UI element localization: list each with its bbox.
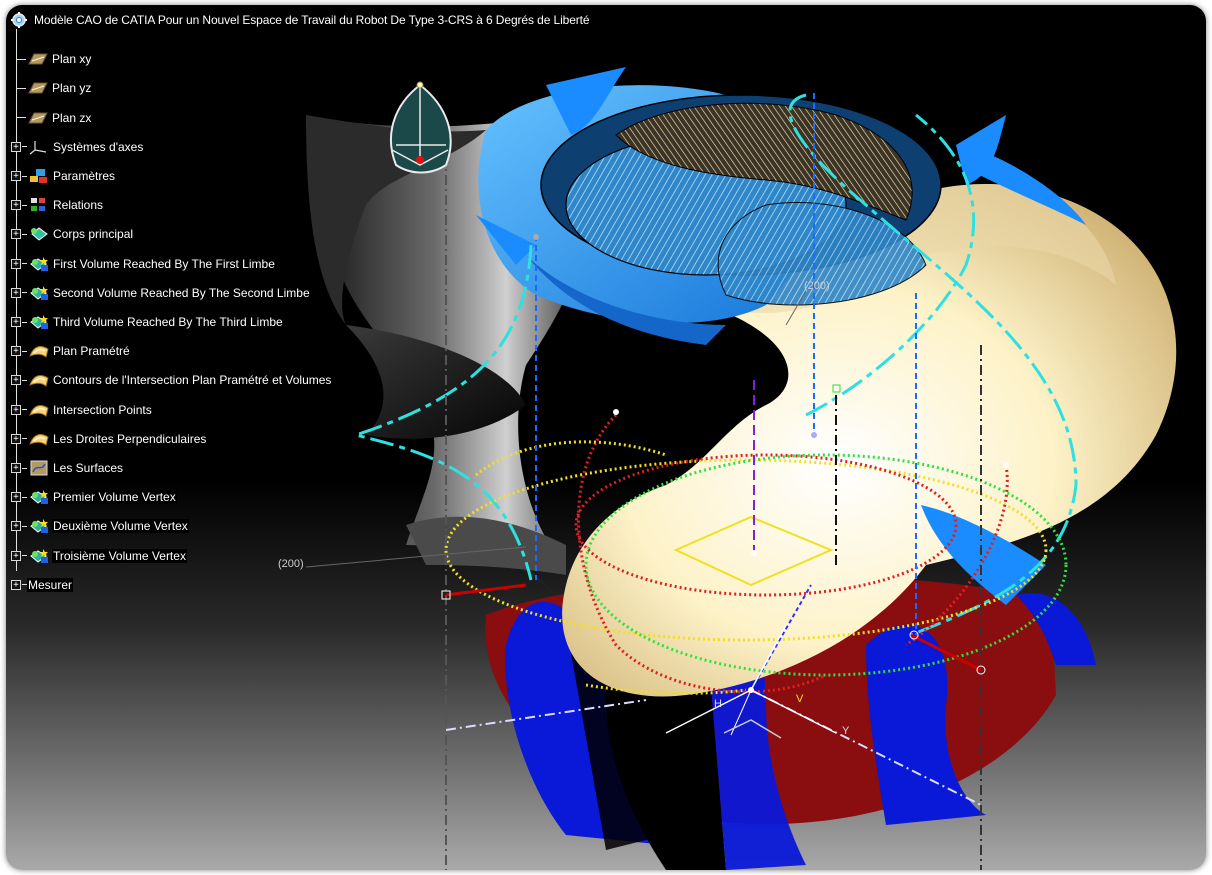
tree-expand-toggle[interactable]: + [11, 287, 21, 298]
tree-branch-line [22, 438, 27, 440]
tree-branch-line [22, 555, 27, 557]
tree-branch-line [22, 263, 27, 265]
tree-expand-toggle[interactable]: + [11, 463, 21, 473]
tree-node-label[interactable]: First Volume Reached By The First Limbe [52, 256, 276, 271]
volume-set-icon[interactable] [29, 548, 49, 564]
tree-expand-toggle[interactable]: + [11, 550, 21, 561]
tree-branch-line [16, 58, 26, 60]
tree-expand-toggle[interactable]: + [11, 258, 21, 269]
tree-expand-toggle[interactable]: + [11, 171, 21, 181]
relations-icon[interactable] [29, 197, 49, 213]
tree-expand-toggle[interactable]: + [11, 492, 21, 503]
tree-expand-toggle[interactable]: + [11, 521, 21, 532]
catia-product-icon[interactable] [10, 11, 28, 29]
part-body-icon[interactable] [29, 226, 49, 242]
tree-expand-toggle[interactable]: + [11, 200, 21, 211]
volume-set-icon[interactable] [29, 518, 49, 534]
tree-expand-toggle[interactable]: + [11, 229, 21, 240]
tree-node-label[interactable]: Plan yz [51, 81, 93, 96]
tree-branch-line [22, 496, 27, 498]
geometrical-set-icon[interactable] [29, 343, 49, 359]
tree-node-premier-volume-vertex[interactable]: + Premier Volume Vertex [11, 486, 177, 508]
tree-node-contours-de-l-intersection-plan-pram-tr-et-volumes[interactable]: + Contours de l'Intersection Plan Pramétr… [11, 369, 333, 391]
tree-node-label[interactable]: Corps principal [52, 227, 135, 242]
dimension-label-200[interactable]: (200) [278, 558, 304, 570]
tree-node-label[interactable]: Les Surfaces [52, 461, 125, 475]
tree-node-les-surfaces[interactable]: + Les Surfaces [11, 457, 125, 479]
tree-node-troisi-me-volume-vertex[interactable]: + Troisième Volume Vertex [11, 545, 187, 567]
tree-node-label[interactable]: Relations [52, 198, 105, 213]
tree-expand-toggle[interactable]: + [11, 346, 21, 357]
plane-icon[interactable] [28, 80, 48, 96]
tree-expand-toggle[interactable]: + [11, 579, 21, 590]
tree-expand-toggle[interactable]: + [11, 404, 21, 415]
tree-root-title[interactable]: Modèle CAO de CATIA Pour un Nouvel Espac… [34, 13, 590, 27]
tree-node-deuxi-me-volume-vertex[interactable]: + Deuxième Volume Vertex [11, 515, 189, 537]
tree-expand-toggle[interactable]: + [11, 317, 21, 327]
volume-set-icon[interactable] [29, 489, 49, 505]
tree-branch-line [22, 525, 27, 527]
tree-node-label[interactable]: Contours de l'Intersection Plan Pramétré… [52, 373, 333, 388]
volume-set-icon[interactable] [29, 314, 49, 330]
tree-branch-line [22, 292, 27, 294]
tree-node-les-droites-perpendiculaires[interactable]: + Les Droites Perpendiculaires [11, 428, 208, 450]
tree-expand-toggle[interactable]: + [11, 375, 21, 386]
axis-label-v: V [796, 693, 804, 705]
tree-branch-line [16, 117, 26, 119]
tree-branch-line [22, 379, 27, 381]
tree-node-second-volume-reached-by-the-second-limbe[interactable]: + Second Volume Reached By The Second Lim… [11, 282, 311, 304]
tree-branch-line [22, 204, 27, 206]
geometrical-set-icon[interactable] [29, 402, 49, 418]
tree-node-label[interactable]: Systèmes d'axes [52, 139, 145, 154]
plane-icon[interactable] [28, 110, 48, 126]
tree-node-label[interactable]: Plan xy [51, 52, 93, 67]
tree-node-label[interactable]: Third Volume Reached By The Third Limbe [52, 315, 284, 329]
tree-expand-toggle[interactable]: + [11, 433, 21, 444]
tree-node-plan-xy[interactable]: Plan xy [16, 48, 93, 70]
tree-node-relations[interactable]: + Relations [11, 194, 105, 216]
geometrical-set-icon[interactable] [29, 372, 49, 388]
tree-node-param-tres[interactable]: + Paramètres [11, 165, 117, 187]
tree-node-plan-zx[interactable]: Plan zx [16, 107, 93, 129]
tree-node-plan-yz[interactable]: Plan yz [16, 77, 93, 99]
tree-node-label[interactable]: Second Volume Reached By The Second Limb… [52, 285, 311, 300]
tree-node-label[interactable]: Les Droites Perpendiculaires [52, 431, 208, 446]
plane-icon[interactable] [28, 51, 48, 67]
tree-node-syst-mes-d-axes[interactable]: + Systèmes d'axes [11, 136, 145, 158]
tree-expand-toggle[interactable]: + [11, 141, 21, 152]
tree-node-label[interactable]: Mesurer [27, 577, 74, 592]
compass-widget[interactable] [389, 81, 452, 174]
tree-node-label[interactable]: Plan zx [51, 110, 93, 125]
dimension-label-200-upper[interactable]: (200) [804, 280, 830, 292]
axis-label-y: Y [842, 725, 850, 737]
tree-node-corps-principal[interactable]: + Corps principal [11, 223, 135, 245]
tree-node-label[interactable]: Intersection Points [52, 402, 153, 417]
tree-node-mesurer[interactable]: + Mesurer [11, 574, 74, 596]
tree-node-label[interactable]: Plan Pramétré [52, 344, 131, 359]
tree-branch-line [16, 87, 26, 89]
tree-node-label[interactable]: Premier Volume Vertex [52, 490, 177, 505]
tree-branch-line [22, 175, 27, 177]
tree-node-first-volume-reached-by-the-first-limbe[interactable]: + First Volume Reached By The First Limbe [11, 253, 276, 275]
parameters-icon[interactable] [29, 168, 49, 184]
catia-window: Modèle CAO de CATIA Pour un Nouvel Espac… [6, 5, 1206, 870]
tree-node-intersection-points[interactable]: + Intersection Points [11, 399, 153, 421]
tree-node-label[interactable]: Paramètres [52, 169, 117, 183]
volume-set-icon[interactable] [29, 256, 49, 272]
volume-set-icon[interactable] [29, 285, 49, 301]
tree-node-label[interactable]: Troisième Volume Vertex [52, 548, 187, 563]
tree-node-plan-pram-tr[interactable]: + Plan Pramétré [11, 340, 131, 362]
tree-branch-line [22, 146, 27, 148]
axis-system-icon[interactable] [29, 139, 49, 155]
surfaces-icon[interactable] [29, 460, 49, 476]
tree-node-third-volume-reached-by-the-third-limbe[interactable]: + Third Volume Reached By The Third Limbe [11, 311, 284, 333]
tree-branch-line [22, 350, 27, 352]
tree-branch-line [22, 233, 27, 235]
tree-node-label[interactable]: Deuxième Volume Vertex [52, 519, 189, 534]
geometrical-set-icon[interactable] [29, 431, 49, 447]
tree-branch-line [22, 467, 27, 469]
tree-branch-line [22, 409, 27, 411]
axis-label-h: H [714, 698, 722, 710]
tree-branch-line [22, 321, 27, 323]
